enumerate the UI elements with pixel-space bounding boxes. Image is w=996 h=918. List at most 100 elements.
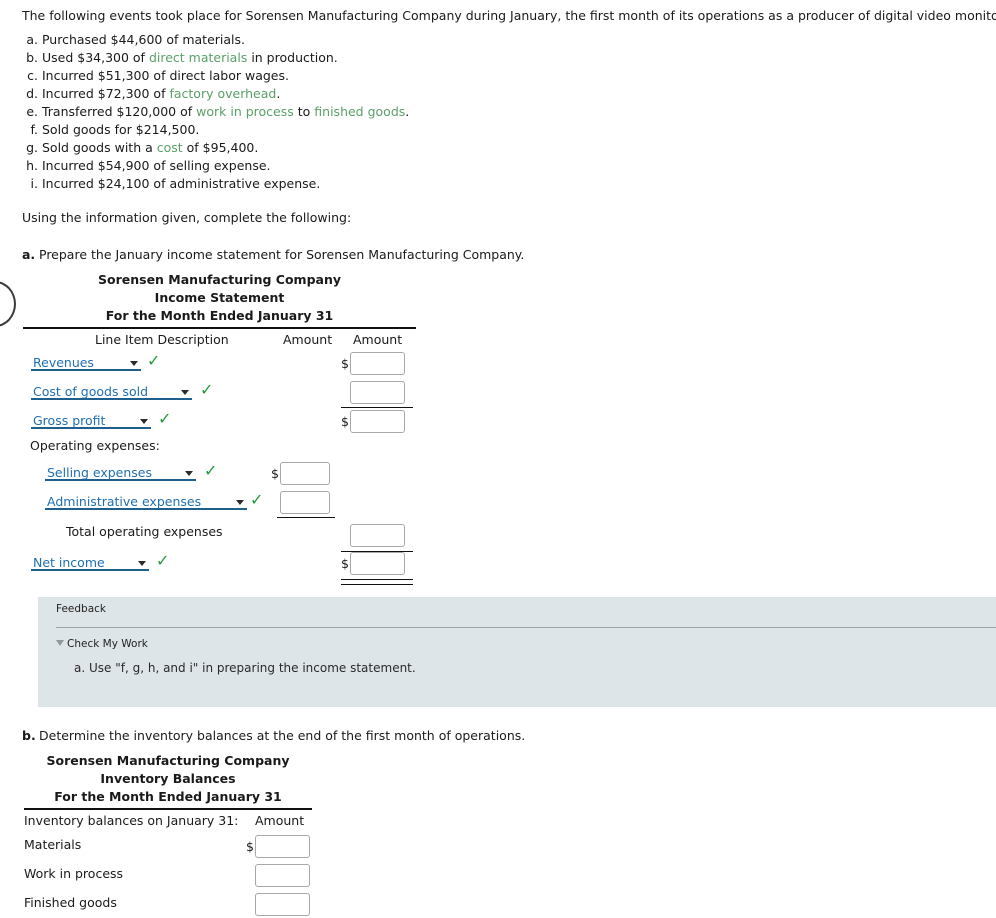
statement-title-block: Sorensen Manufacturing Company Inventory…	[24, 752, 312, 806]
events-list: a. Purchased $44,600 of materials. b. Us…	[25, 31, 725, 193]
amount-input-selling-expenses[interactable]	[280, 462, 330, 485]
part-b-prompt: b. Determine the inventory balances at th…	[22, 728, 525, 743]
column-header-amount-1: Amount	[283, 332, 333, 347]
statement-title-block: Sorensen Manufacturing Company Income St…	[23, 271, 416, 325]
operating-expenses-label: Operating expenses:	[30, 438, 160, 453]
company-name: Sorensen Manufacturing Company	[46, 753, 290, 768]
list-item-letter: h.	[26, 158, 38, 173]
amount-cell-selling-expenses: $	[271, 462, 330, 487]
column-header-description: Inventory balances on January 31:	[24, 813, 239, 828]
amount-input-materials[interactable]	[255, 835, 310, 858]
correct-check-icon: ✓	[147, 351, 161, 370]
line-item-select-net-income-label: Net income	[33, 555, 105, 570]
list-item-text: Used $34,300 of	[41, 50, 149, 65]
amount-cell-gross-profit: $	[341, 410, 405, 435]
feedback-panel: Feedback Check My Work a. Use "f, g, h, …	[38, 597, 996, 707]
check-my-work-toggle[interactable]: Check My Work	[56, 638, 148, 650]
chevron-down-icon	[140, 419, 148, 424]
line-item-select-administrative-expenses-label: Administrative expenses	[47, 494, 202, 509]
line-item-select-administrative-expenses[interactable]: Administrative expenses	[45, 493, 247, 510]
list-item-letter: b.	[26, 50, 38, 65]
list-item-text: Transferred $120,000 of	[41, 104, 197, 119]
list-item-text: Incurred $72,300 of	[41, 86, 170, 101]
table-row: Administrative expenses ✓	[0, 489, 470, 518]
list-item-text-post: in production.	[247, 50, 338, 65]
glossary-link-direct-materials[interactable]: direct materials	[149, 50, 247, 65]
column-header-amount: Amount	[255, 813, 305, 828]
amount-input-administrative-expenses[interactable]	[280, 491, 330, 514]
table-header-row: Line Item Description Amount Amount	[0, 329, 470, 350]
column-header-amount-2: Amount	[353, 332, 403, 347]
line-item-select-net-income[interactable]: Net income	[31, 554, 149, 571]
amount-input-total-operating-expenses[interactable]	[350, 524, 405, 547]
table-row: Net income ✓ $	[0, 547, 470, 585]
list-item: b. Used $34,300 of direct materials in p…	[25, 49, 725, 67]
dollar-sign: $	[341, 556, 349, 571]
list-item-text: Incurred $51,300 of direct labor wages.	[41, 68, 289, 83]
company-name: Sorensen Manufacturing Company	[98, 272, 341, 287]
part-b-prompt-text: Determine the inventory balances at the …	[39, 728, 526, 743]
dollar-sign: $	[341, 414, 349, 429]
amount-input-net-income[interactable]	[350, 552, 405, 575]
amount-cell-net-income: $	[341, 552, 405, 577]
statement-name: Inventory Balances	[100, 771, 236, 786]
table-row: Materials $	[0, 831, 470, 860]
amount-cell-work-in-process	[255, 864, 310, 889]
line-item-select-revenues-label: Revenues	[33, 355, 94, 370]
line-item-select-gross-profit[interactable]: Gross profit	[31, 412, 151, 429]
intro-paragraph: The following events took place for Sore…	[22, 8, 996, 23]
glossary-link-cost[interactable]: cost	[157, 140, 183, 155]
line-item-select-selling-expenses[interactable]: Selling expenses	[45, 464, 196, 481]
list-item-text: Purchased $44,600 of materials.	[41, 32, 245, 47]
list-item-letter: a.	[26, 32, 38, 47]
list-item: c. Incurred $51,300 of direct labor wage…	[25, 67, 725, 85]
table-row: Operating expenses:	[0, 437, 470, 460]
line-item-select-revenues[interactable]: Revenues	[31, 354, 141, 371]
correct-check-icon: ✓	[204, 461, 218, 480]
divider	[56, 627, 996, 628]
amount-cell-finished-goods	[255, 893, 310, 918]
amount-input-revenues[interactable]	[350, 352, 405, 375]
inventory-balances-table: Sorensen Manufacturing Company Inventory…	[0, 752, 470, 918]
amount-input-work-in-process[interactable]	[255, 864, 310, 887]
table-row: Total operating expenses	[0, 518, 470, 552]
part-a-letter: a.	[22, 247, 36, 262]
list-item-text: Sold goods for $214,500.	[41, 122, 200, 137]
dollar-sign: $	[341, 356, 349, 371]
check-my-work-label: Check My Work	[67, 638, 148, 650]
amount-cell-materials: $	[246, 835, 310, 860]
glossary-link-work-in-process[interactable]: work in process	[196, 104, 294, 119]
part-a-prompt-text: Prepare the January income statement for…	[39, 247, 525, 262]
amount-input-cost-of-goods-sold[interactable]	[350, 381, 405, 404]
chevron-down-icon	[181, 390, 189, 395]
list-item: e. Transferred $120,000 of work in proce…	[25, 103, 725, 121]
row-label-materials: Materials	[24, 837, 82, 852]
amount-cell-revenues: $	[341, 352, 405, 377]
statement-name: Income Statement	[154, 290, 285, 305]
list-item-text: Incurred $24,100 of administrative expen…	[41, 176, 321, 191]
chevron-down-icon	[236, 500, 244, 505]
list-item: i. Incurred $24,100 of administrative ex…	[25, 175, 725, 193]
amount-input-finished-goods[interactable]	[255, 893, 310, 916]
statement-period: For the Month Ended January 31	[54, 789, 282, 804]
glossary-link-finished-goods[interactable]: finished goods	[314, 104, 405, 119]
statement-period: For the Month Ended January 31	[105, 308, 334, 323]
list-item: d. Incurred $72,300 of factory overhead.	[25, 85, 725, 103]
list-item-text-post: .	[405, 104, 410, 119]
correct-check-icon: ✓	[158, 409, 172, 428]
line-item-select-cost-of-goods-sold-label: Cost of goods sold	[33, 384, 149, 399]
glossary-link-factory-overhead[interactable]: factory overhead	[169, 86, 276, 101]
amount-input-gross-profit[interactable]	[350, 410, 405, 433]
list-item-text: Sold goods with a	[41, 140, 157, 155]
list-item-text: Incurred $54,900 of selling expense.	[41, 158, 271, 173]
list-item: a. Purchased $44,600 of materials.	[25, 31, 725, 49]
table-row: Finished goods	[0, 889, 470, 918]
correct-check-icon: ✓	[200, 380, 214, 399]
table-row: Gross profit ✓ $	[0, 408, 470, 437]
feedback-title: Feedback	[56, 603, 107, 615]
table-header-row: Inventory balances on January 31: Amount	[0, 810, 470, 831]
table-row: Selling expenses ✓ $	[0, 460, 470, 489]
amount-cell-total-operating-expenses	[350, 524, 405, 549]
line-item-select-cost-of-goods-sold[interactable]: Cost of goods sold	[31, 383, 192, 400]
list-item-letter: g.	[26, 140, 38, 155]
